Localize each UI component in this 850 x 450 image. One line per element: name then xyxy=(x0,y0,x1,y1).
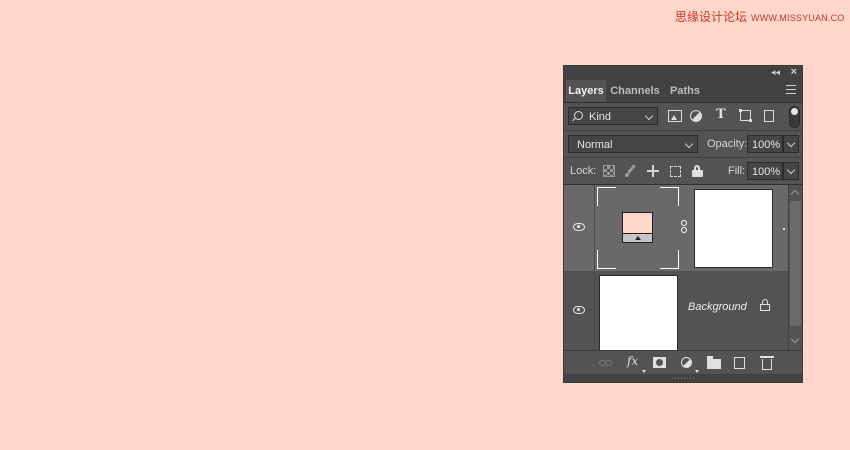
fill-label: Fill: xyxy=(728,165,746,177)
close-panel-icon[interactable]: × xyxy=(791,66,797,78)
new-layer-icon[interactable] xyxy=(734,357,745,369)
fx-icon[interactable]: fx xyxy=(627,354,647,368)
search-icon xyxy=(574,111,583,120)
type-filter-icon[interactable]: T xyxy=(716,107,730,122)
panel-bottom-toolbar: fx xyxy=(564,350,802,375)
lock-artboard-icon[interactable] xyxy=(670,166,681,177)
filter-row: Kind T xyxy=(564,103,802,131)
layer-name-placeholder xyxy=(783,228,785,230)
panel-title-bar[interactable]: ◂◂ × xyxy=(564,66,802,80)
layer-mask-thumbnail[interactable] xyxy=(694,189,773,268)
lock-label: Lock: xyxy=(570,165,597,177)
fill-layer-thumbnail[interactable] xyxy=(597,187,679,269)
filter-kind-label: Kind xyxy=(589,111,612,123)
scroll-down-icon[interactable] xyxy=(790,334,800,344)
opacity-value: 100% xyxy=(752,139,781,151)
fill-dropdown-button[interactable] xyxy=(783,162,799,180)
layer-row-color-fill[interactable] xyxy=(564,185,788,271)
layer-row-background[interactable]: Background xyxy=(564,271,788,351)
layers-scrollbar[interactable] xyxy=(788,185,802,350)
fill-input[interactable]: 100% xyxy=(747,162,783,180)
tab-paths[interactable]: Paths xyxy=(666,80,704,102)
watermark-url: WWW.MISSYUAN.COM xyxy=(751,13,845,23)
opacity-input[interactable]: 100% xyxy=(747,135,783,153)
blend-mode-value: Normal xyxy=(577,139,613,151)
shape-filter-icon[interactable] xyxy=(739,109,752,122)
color-swatch-icon xyxy=(622,212,653,243)
lock-image-pixels-icon[interactable] xyxy=(625,165,637,177)
layer-name-background[interactable]: Background xyxy=(688,301,747,313)
chevron-down-icon xyxy=(644,111,654,121)
new-group-icon[interactable] xyxy=(707,356,721,369)
blend-mode-select[interactable]: Normal xyxy=(568,135,698,153)
link-chain-icon[interactable] xyxy=(680,220,688,234)
layers-list: Background xyxy=(564,185,788,351)
link-layers-icon[interactable] xyxy=(599,357,613,369)
eye-icon[interactable] xyxy=(573,223,585,231)
panel-tabs: Layers Channels Paths xyxy=(564,80,802,103)
lock-all-icon[interactable] xyxy=(692,165,704,177)
lock-icon xyxy=(760,299,770,311)
tab-channels[interactable]: Channels xyxy=(609,80,661,102)
lock-row: Lock: Fill: 100% xyxy=(564,158,802,185)
opacity-label: Opacity: xyxy=(707,138,748,150)
new-adjustment-icon[interactable] xyxy=(681,357,692,368)
watermark: 思缘设计论坛 WWW.MISSYUAN.COM xyxy=(675,8,845,24)
eye-icon[interactable] xyxy=(573,306,585,314)
panel-menu-icon[interactable] xyxy=(786,85,796,94)
image-filter-icon[interactable] xyxy=(668,110,682,122)
smart-object-filter-icon[interactable] xyxy=(764,110,774,122)
add-mask-icon[interactable] xyxy=(653,357,666,368)
filter-kind-select[interactable]: Kind xyxy=(568,107,658,125)
scroll-thumb[interactable] xyxy=(790,201,801,326)
panel-resize-grip[interactable] xyxy=(564,374,802,382)
tab-layers[interactable]: Layers xyxy=(566,80,606,102)
opacity-dropdown-button[interactable] xyxy=(783,135,799,153)
adjustment-filter-icon[interactable] xyxy=(690,110,702,122)
lock-position-icon[interactable] xyxy=(647,165,659,177)
adjustment-menu-arrow xyxy=(695,370,699,373)
fill-value: 100% xyxy=(752,166,781,178)
watermark-site-name: 思缘设计论坛 xyxy=(675,10,748,24)
lock-transparent-pixels-icon[interactable] xyxy=(603,165,615,177)
scroll-up-icon[interactable] xyxy=(790,189,800,199)
background-thumbnail[interactable] xyxy=(599,275,678,351)
fx-menu-arrow xyxy=(642,370,646,373)
delete-layer-icon[interactable] xyxy=(760,356,774,370)
chevron-down-icon xyxy=(684,139,694,149)
blend-row: Normal Opacity: 100% xyxy=(564,131,802,158)
layers-panel: ◂◂ × Layers Channels Paths Kind T Normal… xyxy=(563,65,803,383)
filter-toggle[interactable] xyxy=(789,106,800,128)
collapse-panel-icon[interactable]: ◂◂ xyxy=(771,67,780,78)
